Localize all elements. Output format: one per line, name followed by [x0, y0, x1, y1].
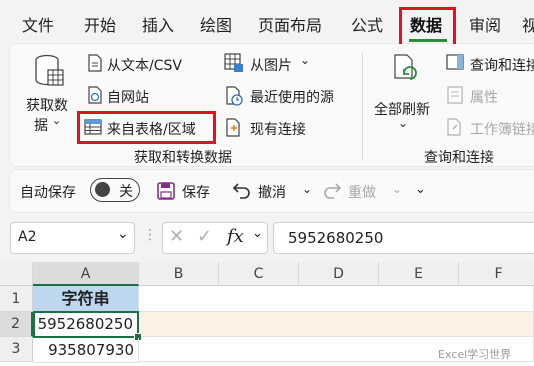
properties-icon	[447, 86, 463, 104]
from-text-csv-button[interactable]: 从文本/CSV	[107, 55, 182, 75]
row-header-2[interactable]: 2	[0, 312, 33, 337]
queries-connections-button[interactable]: 查询和连接	[470, 55, 534, 75]
customize-toolbar-icon[interactable]: ⌄	[415, 182, 426, 197]
tab-draw[interactable]: 绘图	[200, 0, 232, 42]
tab-insert[interactable]: 插入	[142, 0, 174, 42]
tab-formulas[interactable]: 公式	[351, 0, 383, 42]
row-header-3[interactable]: 3	[0, 337, 33, 362]
chevron-down-icon[interactable]: ⌄	[117, 226, 129, 242]
autosave-toggle[interactable]: 关	[90, 178, 140, 202]
column-header-a[interactable]: A	[33, 262, 139, 286]
watermark-text: Excel学习世界	[438, 348, 512, 361]
undo-icon	[232, 183, 250, 199]
from-picture-button[interactable]: 从图片	[250, 55, 292, 75]
row-header-1[interactable]: 1	[0, 286, 33, 312]
column-header-f[interactable]: F	[459, 262, 534, 286]
chevron-down-icon[interactable]: ⌄	[392, 182, 402, 196]
save-icon	[157, 182, 175, 200]
chevron-down-icon: ⌄	[52, 114, 62, 127]
text-file-icon	[88, 54, 102, 72]
workbook-links-button[interactable]: 工作簿链接	[470, 119, 534, 139]
tab-view[interactable]: 视	[522, 0, 534, 42]
chevron-down-icon: ⌄	[398, 116, 409, 130]
formula-bar-grip-icon: ⋮	[143, 227, 157, 243]
redo-button[interactable]: 重做	[348, 182, 376, 202]
recent-sources-icon	[226, 86, 243, 106]
queries-pane-icon	[446, 54, 464, 70]
from-table-range-highlight-box	[77, 111, 216, 144]
worksheet-grid: A B C D E F 1 2 3 字符串 5952680250 9358079…	[0, 262, 534, 366]
get-data-button[interactable]: 获取数 据 ⌄	[22, 54, 76, 140]
column-header-c[interactable]: C	[219, 262, 299, 286]
select-all-corner[interactable]	[0, 262, 33, 286]
ribbon-panel: 获取数 据 ⌄ 从文本/CSV 自网站 来自表格/区域 从图片 ⌄ 最近使用的源	[10, 44, 534, 166]
get-data-label-2: 据	[34, 118, 48, 134]
name-box[interactable]: A2 ⌄	[10, 222, 135, 254]
save-button[interactable]: 保存	[182, 182, 210, 202]
existing-connections-button[interactable]: 现有连接	[250, 119, 306, 139]
cancel-icon[interactable]: ✕	[169, 226, 184, 247]
refresh-all-button[interactable]: 全部刷新 ⌄	[370, 52, 438, 138]
quick-access-toolbar: 自动保存 关 保存 撤消 ⌄ 重做 ⌄ ⌄	[10, 170, 534, 212]
tab-data-highlight-box	[399, 7, 456, 48]
autosave-state: 关	[119, 184, 133, 200]
column-header-b[interactable]: B	[139, 262, 219, 286]
picture-table-icon	[224, 53, 243, 72]
chevron-down-icon[interactable]: ⌄	[252, 226, 263, 241]
redo-icon	[324, 183, 342, 199]
formula-input[interactable]: 5952680250	[273, 222, 534, 254]
refresh-icon	[394, 54, 417, 80]
chevron-down-icon[interactable]: ⌄	[302, 182, 312, 196]
formula-value: 5952680250	[288, 229, 384, 247]
cell-row-2-empty[interactable]	[139, 312, 534, 337]
tab-home[interactable]: 开始	[84, 0, 116, 42]
formula-controls: ✕ ✓ fx ⌄	[162, 222, 268, 254]
autosave-label: 自动保存	[20, 185, 76, 201]
database-icon	[35, 54, 64, 86]
enter-icon[interactable]: ✓	[197, 226, 212, 247]
column-header-e[interactable]: E	[379, 262, 459, 286]
edit-links-icon	[447, 118, 461, 136]
name-box-value: A2	[18, 229, 37, 245]
chevron-down-icon: ⌄	[300, 53, 311, 67]
recent-sources-button[interactable]: 最近使用的源	[250, 87, 334, 107]
tab-page-layout[interactable]: 页面布局	[258, 0, 322, 42]
web-page-icon	[88, 86, 102, 104]
toggle-knob	[95, 182, 110, 197]
cell-a2[interactable]: 5952680250	[33, 311, 139, 338]
group-label-get-transform: 获取和转换数据	[134, 150, 232, 166]
cell-a3[interactable]: 935807930	[33, 338, 139, 363]
undo-button[interactable]: 撤消	[258, 182, 286, 202]
existing-connections-icon	[226, 118, 240, 137]
tab-review[interactable]: 审阅	[469, 0, 501, 42]
cell-row-1-empty[interactable]	[139, 286, 534, 312]
cell-a1[interactable]: 字符串	[33, 286, 139, 312]
from-web-button[interactable]: 自网站	[107, 87, 149, 107]
tab-file[interactable]: 文件	[22, 0, 54, 42]
column-header-d[interactable]: D	[299, 262, 379, 286]
properties-button[interactable]: 属性	[470, 87, 498, 107]
insert-function-button[interactable]: fx	[227, 226, 244, 247]
group-label-queries: 查询和连接	[424, 150, 494, 166]
get-data-label: 获取数	[26, 98, 68, 114]
group-separator	[362, 52, 363, 160]
